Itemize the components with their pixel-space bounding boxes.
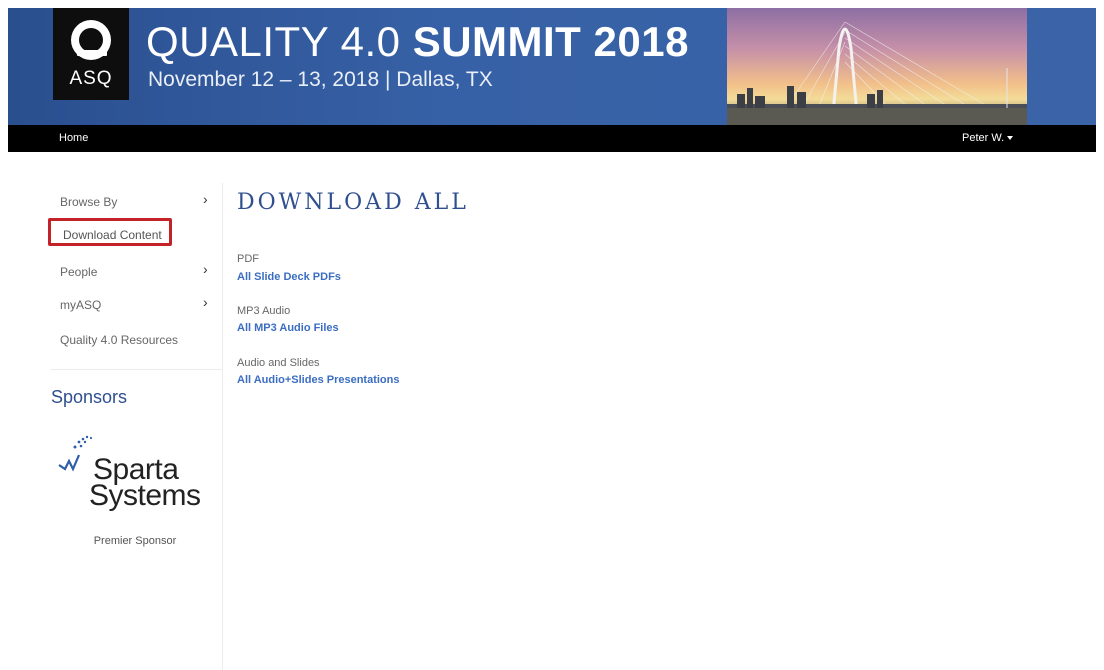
user-name: Peter W. [962,132,1005,144]
download-all-audio-slides-link[interactable]: All Audio+Slides Presentations [237,374,400,386]
sidebar-item-label: Browse By [60,195,118,209]
section-label-mp3: MP3 Audio [237,305,291,317]
sparta-swoosh-icon [58,435,93,472]
event-dates-location: November 12 – 13, 2018 | Dallas, TX [148,68,493,91]
sponsor-caption: Premier Sponsor [93,535,177,547]
sidebar-item-label: Quality 4.0 Resources [60,333,179,347]
sidebar-item-people[interactable]: People › [45,257,223,287]
event-title-bold: SUMMIT 2018 [412,18,689,65]
sidebar-item-browse-by[interactable]: Browse By › [45,187,223,217]
section-label-pdf: PDF [237,253,259,265]
q-logo-icon [71,20,111,60]
section-label-audio-slides: Audio and Slides [237,357,320,369]
sidebar-item-quality-resources[interactable]: Quality 4.0 Resources [45,325,223,355]
user-menu[interactable]: Peter W. [962,132,1014,144]
page-title: DOWNLOAD ALL [237,190,469,215]
dallas-skyline-photo [727,8,1027,125]
event-title-light: QUALITY 4.0 [146,18,413,65]
caret-down-icon [1007,136,1014,141]
sponsors-heading: Sponsors [51,387,128,407]
sparta-systems-logo[interactable]: Sparta Systems [57,435,207,525]
download-all-pdfs-link[interactable]: All Slide Deck PDFs [237,271,341,283]
sidebar-item-label: myASQ [60,298,102,312]
logo-text: ASQ [69,68,113,89]
sidebar-item-download-content[interactable]: Download Content [45,218,223,248]
sidebar: Browse By › Download Content People › my… [45,183,223,670]
chevron-right-icon: › [203,191,208,207]
top-navbar: Home Peter W. [8,125,1096,152]
event-title: QUALITY 4.0 SUMMIT 2018 [146,18,689,66]
sponsor-name-line2: Systems [89,479,201,512]
sidebar-divider [51,369,223,370]
nav-home-link[interactable]: Home [59,132,88,144]
chevron-right-icon: › [203,261,208,277]
chevron-right-icon: › [203,294,208,310]
sidebar-item-label: Download Content [48,218,172,246]
download-all-mp3-link[interactable]: All MP3 Audio Files [237,322,339,334]
sidebar-item-label: People [60,265,98,279]
header-banner: ASQ QUALITY 4.0 SUMMIT 2018 November 12 … [8,8,1096,125]
asq-logo[interactable]: ASQ [53,8,129,100]
bridge-skyline-icon [727,21,1027,125]
sidebar-item-myasq[interactable]: myASQ › [45,290,223,320]
